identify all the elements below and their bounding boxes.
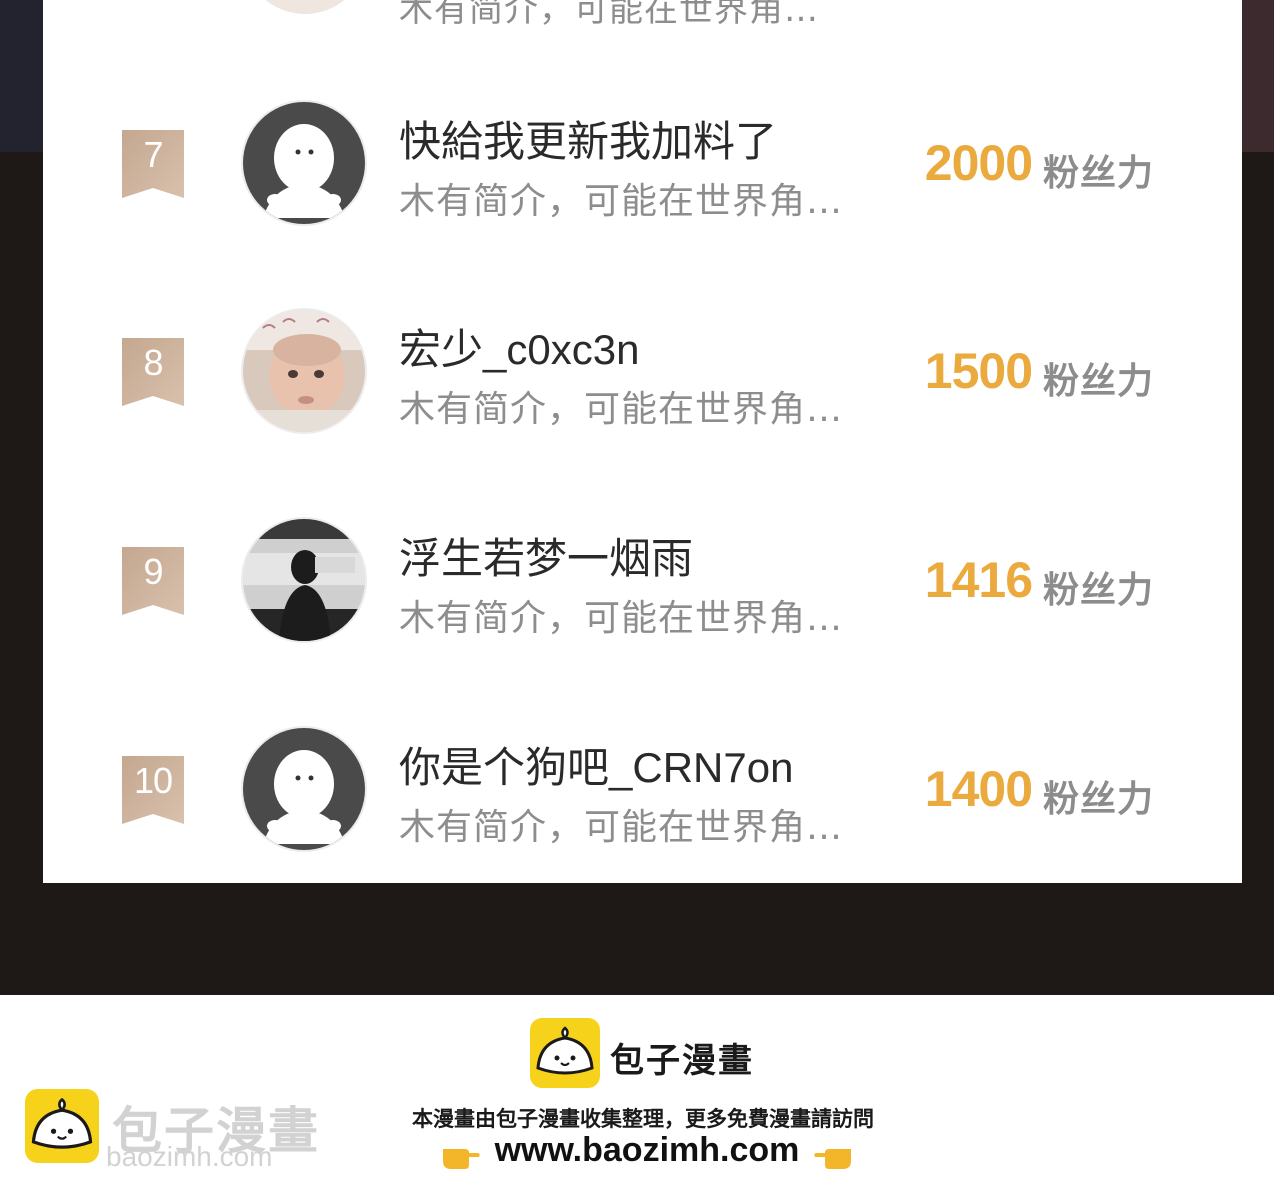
brand-name: 包子漫畫 bbox=[610, 1041, 754, 1081]
fan-power-label: 粉丝力 bbox=[1043, 361, 1155, 402]
user-name[interactable]: 浮生若梦一烟雨 bbox=[399, 525, 693, 586]
footer: 包子漫畫 本漫畫由包子漫畫收集整理，更多免費漫畫請訪問 www.baozimh.… bbox=[0, 995, 1274, 1195]
rank-number: 10 bbox=[133, 760, 173, 801]
rank-badge: 10 bbox=[122, 756, 184, 824]
partial-bio: 木有简介，可能在世界角… bbox=[399, 0, 819, 30]
pointing-right-hand-icon bbox=[441, 1135, 481, 1170]
fan-power-score: 2000 bbox=[924, 135, 1033, 191]
fan-power-score: 1416 bbox=[924, 552, 1033, 608]
default-avatar-icon[interactable] bbox=[241, 726, 367, 852]
user-name[interactable]: 宏少_c0xc3n bbox=[399, 316, 639, 377]
baby-photo-avatar[interactable] bbox=[241, 308, 367, 434]
rank-number: 8 bbox=[143, 342, 163, 383]
baozi-logo-icon bbox=[530, 1018, 600, 1088]
pointing-left-hand-icon bbox=[813, 1135, 853, 1170]
user-bio: 木有简介，可能在世界角… bbox=[399, 181, 844, 222]
leaderboard-row[interactable]: 7 快給我更新我加料了 木有简介，可能在世界角… 2000 粉丝力 bbox=[43, 100, 1242, 230]
fan-power-label: 粉丝力 bbox=[1043, 570, 1155, 611]
site-url-link[interactable]: www.baozimh.com bbox=[495, 1131, 800, 1169]
fan-power-score: 1400 bbox=[924, 761, 1033, 817]
default-avatar-icon[interactable] bbox=[241, 100, 367, 226]
user-name[interactable]: 快給我更新我加料了 bbox=[399, 108, 777, 169]
watermark-url: baozimh.com bbox=[106, 1141, 273, 1172]
user-name[interactable]: 你是个狗吧_CRN7on bbox=[399, 734, 793, 795]
rank-number: 9 bbox=[143, 551, 163, 592]
watermark-logo-icon bbox=[25, 1089, 99, 1163]
fan-power-label: 粉丝力 bbox=[1043, 153, 1155, 194]
leaderboard-row[interactable]: 8 宏少_c0xc3n 木有简介，可能在世界角… 1500 粉丝力 bbox=[43, 308, 1242, 438]
rank-badge: 8 bbox=[122, 338, 184, 406]
leaderboard-row[interactable]: 9 浮生若梦一烟雨 木有简介，可能在世界角… 1416 粉丝力 bbox=[43, 517, 1242, 647]
leaderboard-row[interactable]: 10 你是个狗吧_CRN7on 木有简介，可能在世界角… 1400 粉丝力 bbox=[43, 726, 1242, 856]
rank-badge: 7 bbox=[122, 130, 184, 198]
fan-power-label: 粉丝力 bbox=[1043, 779, 1155, 820]
fan-power-score: 1500 bbox=[924, 343, 1033, 399]
leaderboard-card: 木有简介，可能在世界角… 7 快給我更新我加料了 木有简介，可能在世界角… 20… bbox=[43, 0, 1242, 883]
rank-badge: 9 bbox=[122, 547, 184, 615]
user-bio: 木有简介，可能在世界角… bbox=[399, 389, 844, 430]
user-bio: 木有简介，可能在世界角… bbox=[399, 807, 844, 848]
user-bio: 木有简介，可能在世界角… bbox=[399, 598, 844, 639]
silhouette-photo-avatar[interactable] bbox=[241, 517, 367, 643]
partial-avatar[interactable] bbox=[243, 0, 367, 14]
rank-number: 7 bbox=[143, 134, 163, 175]
